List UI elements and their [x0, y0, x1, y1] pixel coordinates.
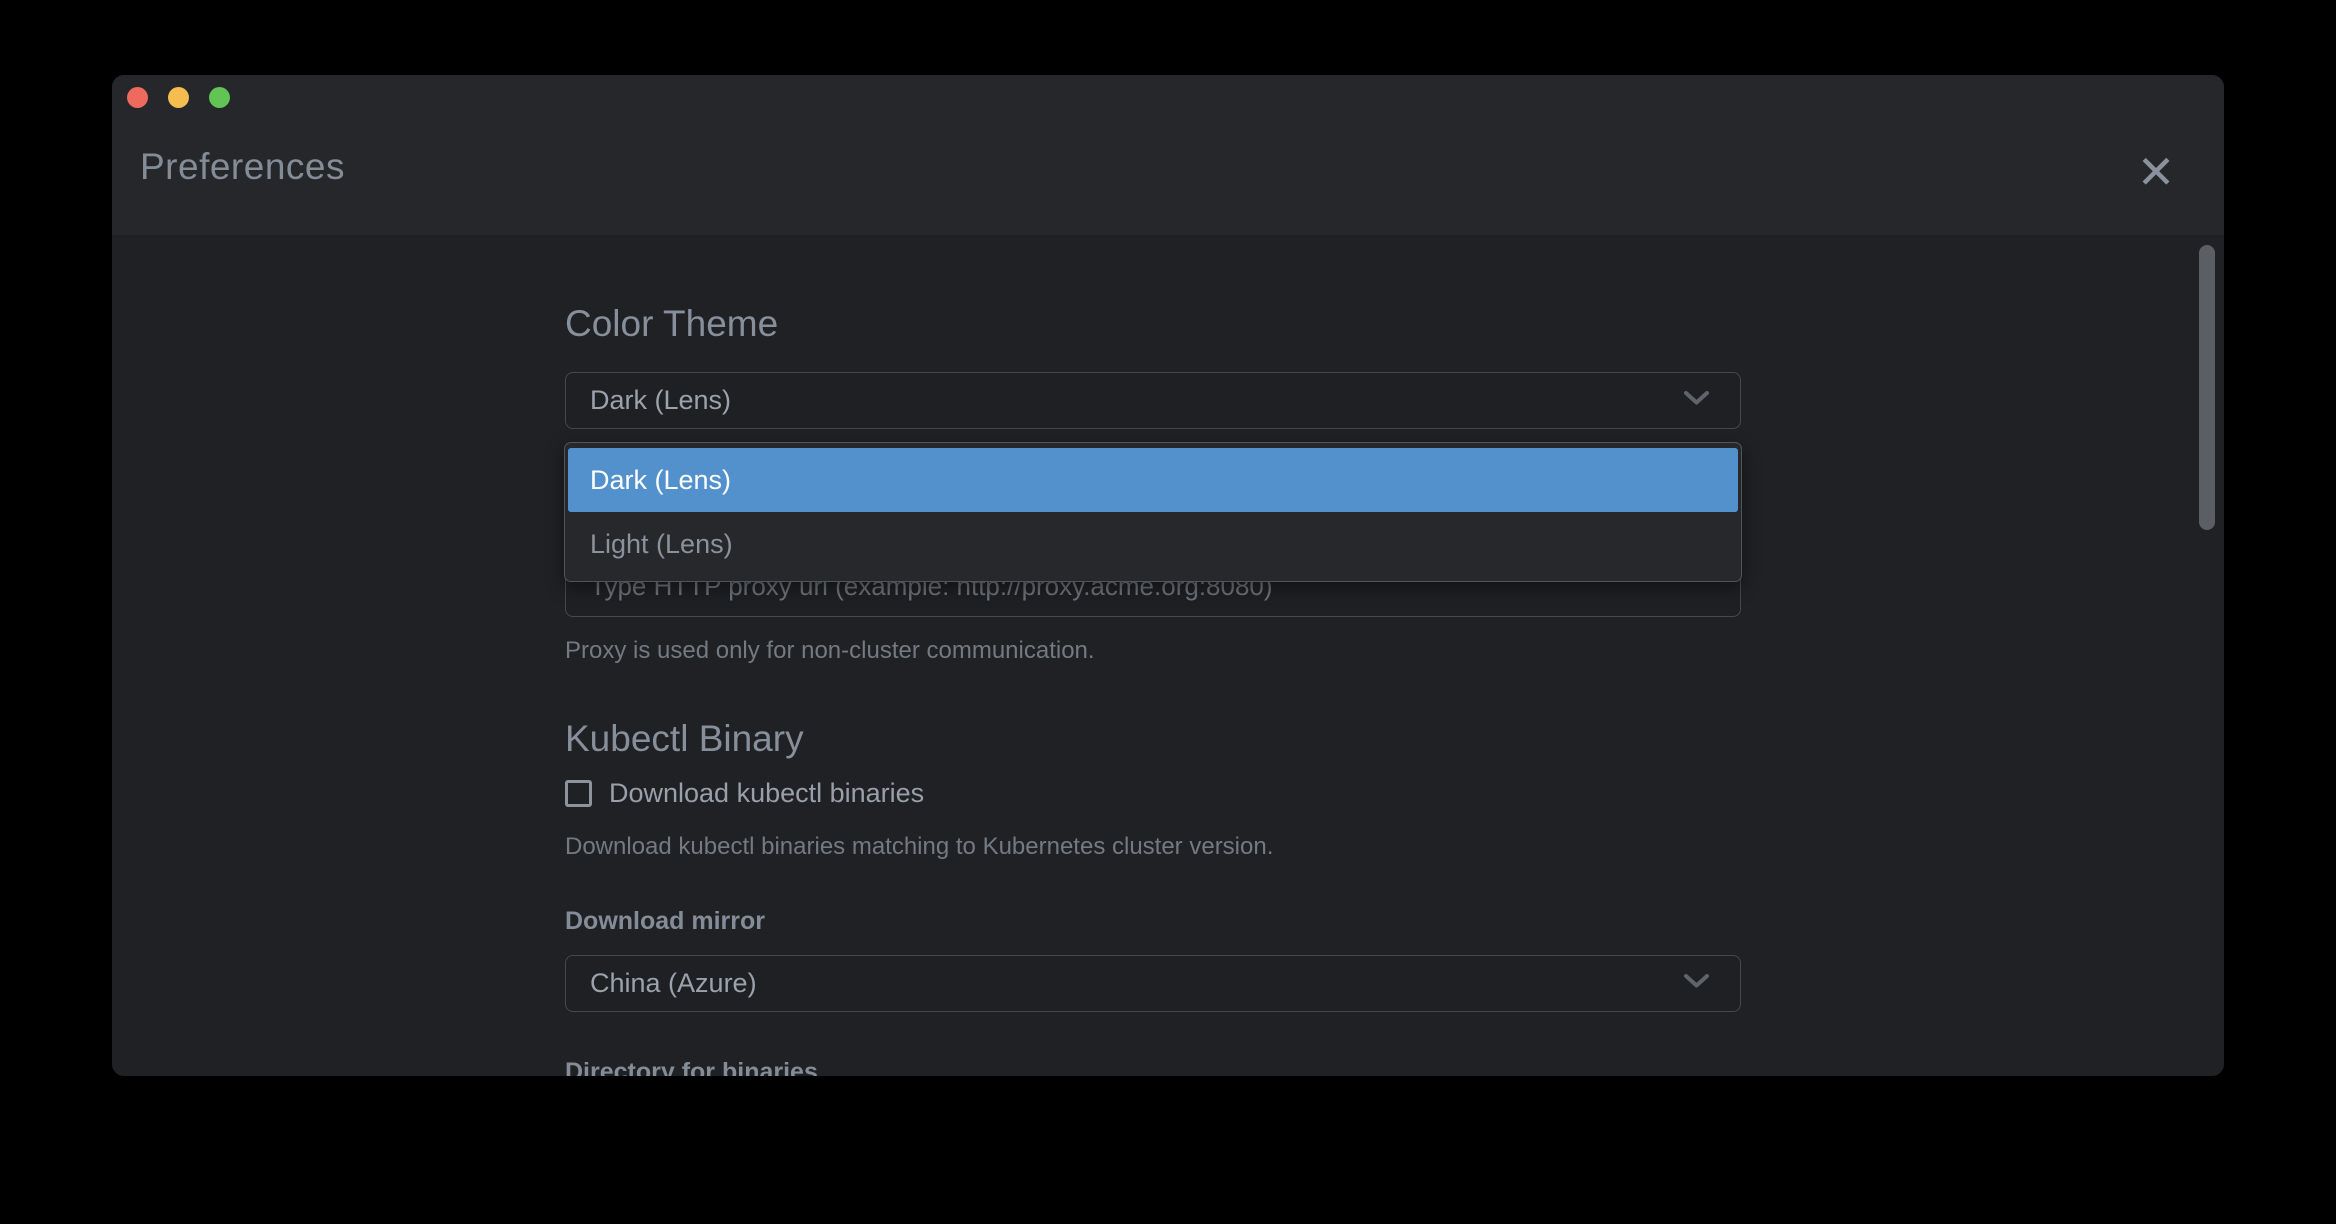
- zoom-traffic-light-button[interactable]: [209, 87, 230, 108]
- scrollbar-thumb[interactable]: [2199, 245, 2215, 530]
- dropdown-option-dark-lens[interactable]: Dark (Lens): [568, 448, 1738, 512]
- close-icon: ✕: [2137, 146, 2176, 198]
- window-controls: [127, 87, 230, 108]
- preferences-window: Preferences ✕ Color Theme Dark (Lens) Da…: [112, 75, 2224, 1076]
- dropdown-option-light-lens[interactable]: Light (Lens): [568, 512, 1738, 576]
- kubectl-binary-heading: Kubectl Binary: [565, 718, 804, 760]
- download-kubectl-checkbox-row[interactable]: Download kubectl binaries: [565, 778, 924, 809]
- close-button[interactable]: ✕: [2126, 142, 2186, 202]
- close-traffic-light-button[interactable]: [127, 87, 148, 108]
- kubectl-help-text: Download kubectl binaries matching to Ku…: [565, 833, 1273, 861]
- minimize-traffic-light-button[interactable]: [168, 87, 189, 108]
- chevron-down-icon: [1683, 390, 1710, 411]
- screen-background: Preferences ✕ Color Theme Dark (Lens) Da…: [0, 0, 2336, 1224]
- checkbox-unchecked-icon[interactable]: [565, 780, 592, 807]
- color-theme-select-value: Dark (Lens): [590, 385, 1683, 416]
- download-mirror-label: Download mirror: [565, 907, 765, 936]
- download-mirror-select[interactable]: China (Azure): [565, 955, 1741, 1012]
- color-theme-heading: Color Theme: [565, 303, 778, 345]
- color-theme-select[interactable]: Dark (Lens): [565, 372, 1741, 429]
- chevron-down-icon: [1683, 973, 1710, 994]
- download-kubectl-checkbox-label: Download kubectl binaries: [609, 778, 924, 809]
- download-mirror-select-value: China (Azure): [590, 968, 1683, 999]
- color-theme-dropdown-menu: Dark (Lens) Light (Lens): [564, 442, 1742, 582]
- directory-for-binaries-label: Directory for binaries: [565, 1058, 818, 1076]
- titlebar: Preferences ✕: [112, 75, 2224, 235]
- page-title: Preferences: [140, 146, 345, 188]
- proxy-help-text: Proxy is used only for non-cluster commu…: [565, 637, 1095, 665]
